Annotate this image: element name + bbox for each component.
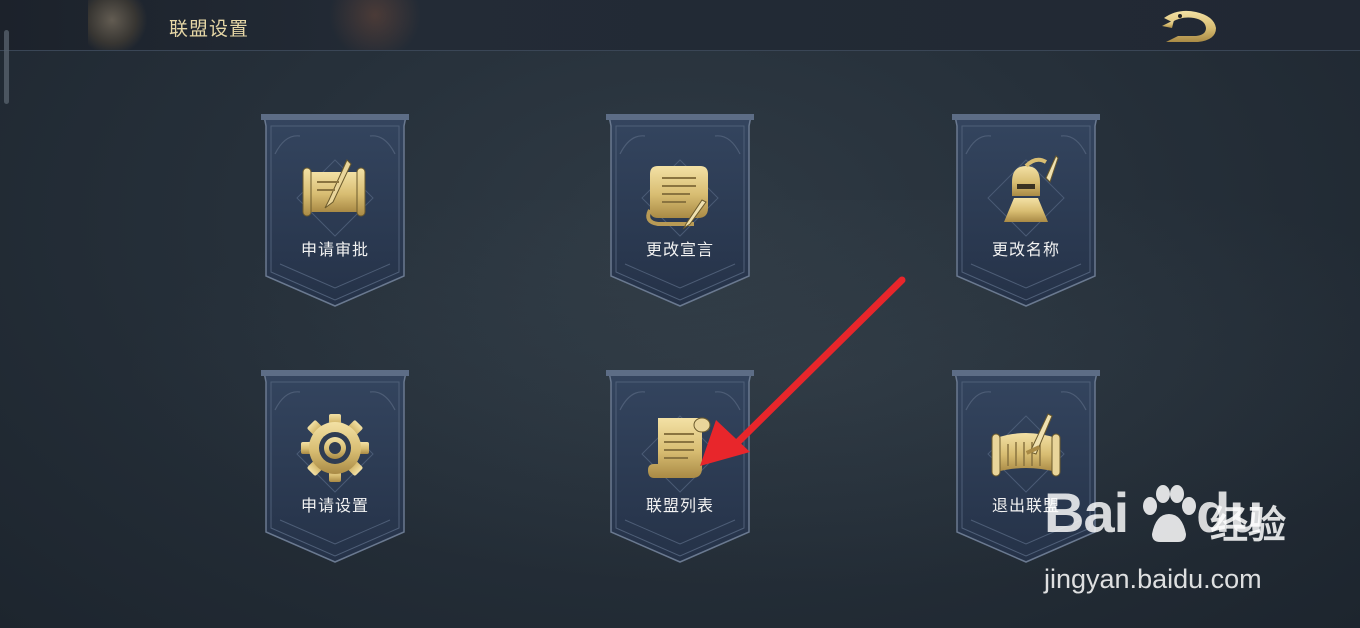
card-label: 申请设置 (300, 496, 369, 515)
baidu-watermark: Bai du 经验 jingyan.baidu.com (1040, 480, 1340, 600)
dragon-back-icon[interactable] (1158, 6, 1222, 46)
change-name-button[interactable]: 更改名称 (951, 114, 1101, 308)
page-title: 联盟设置 (169, 18, 250, 40)
alliance-list-button[interactable]: 联盟列表 (605, 370, 755, 564)
application-approval-button[interactable]: 申请审批 (260, 114, 410, 308)
top-bar: 联盟设置 (0, 0, 1360, 51)
card-label: 更改名称 (991, 240, 1060, 259)
warrior-helmet-icon (1004, 155, 1059, 222)
card-label: 申请审批 (300, 240, 369, 259)
card-label: 更改宣言 (645, 240, 714, 259)
application-settings-button[interactable]: 申请设置 (260, 370, 410, 564)
map-scroll-sword-icon (991, 413, 1061, 477)
parchment-quill-icon (646, 166, 708, 230)
scroll-list-icon (648, 417, 711, 478)
watermark-url: jingyan.baidu.com (1044, 564, 1262, 594)
watermark-cn-text: 经验 (1210, 503, 1287, 547)
edge-handle[interactable] (4, 30, 9, 104)
card-label: 联盟列表 (645, 496, 714, 515)
top-decoration (320, 0, 430, 50)
gear-icon (301, 414, 369, 482)
emblem-ornament (88, 0, 148, 50)
scroll-brush-icon (302, 159, 366, 217)
change-declaration-button[interactable]: 更改宣言 (605, 114, 755, 308)
paw-icon (1143, 485, 1196, 542)
